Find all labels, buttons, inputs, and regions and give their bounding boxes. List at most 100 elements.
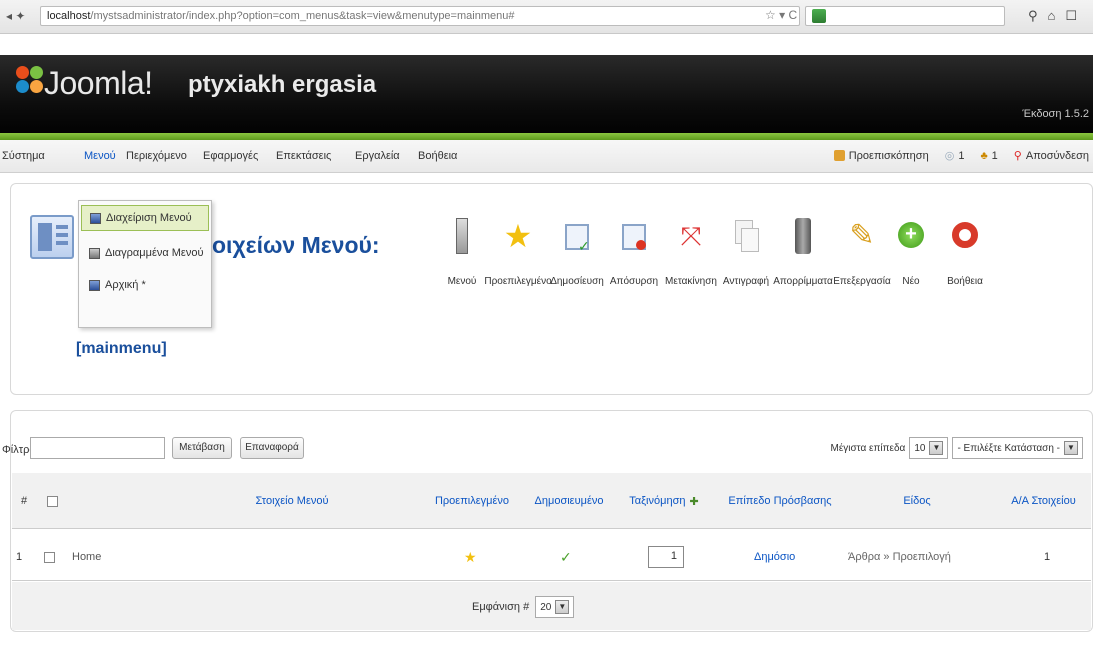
col-number: # (20, 495, 28, 507)
search-engine-icon (812, 9, 826, 23)
copy-icon (731, 218, 761, 254)
select-all-checkbox[interactable] (46, 495, 58, 507)
preview-link[interactable]: Προεπισκόπηση (833, 149, 929, 162)
toolbar-label: Βοήθεια (947, 276, 983, 287)
back-forward-icon[interactable]: ◂ ✦ (6, 9, 25, 23)
default-star-icon[interactable]: ★ (464, 533, 484, 581)
messages-status[interactable]: ◎ 1 (944, 149, 965, 163)
published-check-icon[interactable]: ✓ (560, 533, 580, 581)
state-value: - Επιλέξτε Κατάσταση - (957, 442, 1060, 454)
browser-tools-icon[interactable]: ⚲⌂☐ (1028, 8, 1087, 24)
url-path: /mystsadministrator/index.php?option=com… (90, 10, 515, 22)
browser-toolbar: ◂ ✦ localhost/mystsadministrator/index.p… (0, 0, 1093, 34)
col-item-id[interactable]: Α/Α Στοιχείου (996, 473, 1091, 529)
users-icon: ♣ (980, 149, 988, 162)
main-menubar: Σύστημα Μενού Περιεχόμενο Εφαρμογές Επεκ… (0, 140, 1093, 173)
toolbar-publish-button[interactable]: ✓ Δημοσίευση (547, 218, 607, 308)
filter-input[interactable] (30, 437, 165, 459)
add-icon: + (896, 218, 926, 254)
logout-icon: ⚲ (1013, 150, 1022, 162)
row-type: Άρθρα » Προεπιλογή (848, 551, 951, 563)
messages-count: 1 (958, 149, 965, 162)
menu-components[interactable]: Εφαρμογές (203, 150, 258, 162)
toolbar-menus-button[interactable]: Μενού (432, 218, 492, 308)
dropdown-item-mainmenu[interactable]: Αρχική * (81, 273, 209, 299)
menu-content[interactable]: Περιεχόμενο (126, 150, 187, 162)
preview-icon (833, 150, 845, 161)
joomla-logo-icon (16, 66, 44, 94)
col-select-all[interactable] (40, 473, 64, 529)
col-order[interactable]: Ταξινόμηση ✚ (616, 473, 712, 529)
col-published[interactable]: Δημοσιευμένο (524, 473, 614, 529)
preview-label: Προεπισκόπηση (848, 149, 929, 162)
chevron-down-icon: ▼ (929, 441, 944, 455)
col-type[interactable]: Είδος (842, 473, 992, 529)
display-label: Εμφάνιση # (472, 601, 530, 613)
table-footer: Εμφάνιση # 20 ▼ (12, 582, 1091, 630)
display-limit-select[interactable]: 20 ▼ (535, 596, 575, 618)
address-bar[interactable]: localhost/mystsadministrator/index.php?o… (40, 6, 800, 26)
search-box[interactable] (805, 6, 1005, 26)
status-area: Προεπισκόπηση ◎ 1 ♣ 1 ⚲ Αποσύνδεση (833, 149, 1089, 163)
trash-icon (89, 248, 100, 259)
col-access[interactable]: Επίπεδο Πρόσβασης (720, 473, 840, 529)
move-icon: ⤧ (680, 221, 702, 251)
toolbar-help-button[interactable]: Βοήθεια (935, 218, 995, 308)
menu-icon (89, 280, 100, 291)
menu-manager-icon (30, 215, 74, 259)
toolbar-trash-button[interactable]: Απορρίμματα (773, 218, 833, 308)
star-icon: ★ (503, 218, 533, 254)
menu-system[interactable]: Σύστημα (2, 150, 45, 162)
order-input[interactable]: 1 (648, 546, 684, 568)
reset-button[interactable]: Επαναφορά (240, 437, 304, 459)
max-levels-label: Μέγιστα επίπεδα (830, 442, 906, 454)
version-label: Έκδοση 1.5.2 (1022, 108, 1089, 120)
menu-menus[interactable]: Μενού (84, 150, 116, 162)
chevron-down-icon: ▼ (555, 600, 570, 614)
menu-extensions[interactable]: Επεκτάσεις (276, 150, 331, 162)
logout-label: Αποσύνδεση (1025, 149, 1089, 162)
pencil-icon: ✎ (849, 219, 875, 252)
reload-icon[interactable]: ☆ ▾ C (765, 8, 797, 22)
dropdown-item-label: Αρχική * (105, 279, 146, 291)
page-title: οιχείων Μενού: (212, 232, 380, 258)
toolbar-move-button[interactable]: ⤧ Μετακίνηση (661, 218, 721, 308)
toolbar-unpublish-button[interactable]: Απόσυρση (604, 218, 664, 308)
toolbar-copy-button[interactable]: Αντιγραφή (716, 218, 776, 308)
row-menu-item-link[interactable]: Home (72, 533, 372, 581)
row-access-link[interactable]: Δημόσιο (754, 533, 834, 581)
go-button[interactable]: Μετάβαση (172, 437, 232, 459)
save-order-icon[interactable]: ✚ (690, 495, 699, 508)
row-select[interactable] (44, 533, 64, 581)
lifebuoy-icon (950, 218, 980, 254)
page-subtitle: [mainmenu] (76, 340, 167, 357)
menu-manager-icon (90, 213, 101, 224)
dropdown-item-menu-trash[interactable]: Διαγραμμένα Μενού (81, 241, 209, 267)
state-select[interactable]: - Επιλέξτε Κατάσταση - ▼ (952, 437, 1083, 459)
max-levels-select[interactable]: 10 ▼ (909, 437, 949, 459)
url-host: localhost (47, 10, 91, 22)
col-default[interactable]: Προεπιλεγμένο (422, 473, 522, 529)
dropdown-item-label: Διαγραμμένα Μενού (105, 247, 204, 259)
row-item-id: 1 (1044, 551, 1051, 563)
trash-icon (788, 218, 818, 254)
toolbar-default-button[interactable]: ★ Προεπιλεγμένο (484, 218, 551, 308)
menus-dropdown: Διαχείριση Μενού Διαγραμμένα Μενού Αρχικ… (78, 200, 212, 328)
row-checkbox[interactable] (44, 551, 55, 563)
chevron-down-icon: ▼ (1064, 441, 1078, 455)
toolbar-new-button[interactable]: + Νέο (881, 218, 941, 308)
col-order-label: Ταξινόμηση (629, 495, 686, 507)
publish-icon: ✓ (562, 218, 592, 254)
table-row: 1 Home ★ ✓ 1 Δημόσιο Άρθρα » Προεπιλογή … (12, 533, 1091, 581)
messages-icon: ◎ (944, 150, 955, 162)
dropdown-item-label: Διαχείριση Μενού (106, 212, 192, 224)
menu-help[interactable]: Βοήθεια (418, 150, 457, 162)
table-header: # Στοιχείο Μενού Προεπιλεγμένο Δημοσιευμ… (12, 473, 1091, 529)
joomla-logo-text: Joomla! (44, 65, 153, 101)
menu-tools[interactable]: Εργαλεία (355, 150, 400, 162)
users-status[interactable]: ♣ 1 (980, 150, 997, 162)
dropdown-item-menu-manager[interactable]: Διαχείριση Μενού (81, 205, 209, 231)
row-number: 1 (16, 551, 23, 563)
logout-link[interactable]: ⚲ Αποσύνδεση (1013, 149, 1089, 163)
users-count: 1 (991, 149, 998, 162)
